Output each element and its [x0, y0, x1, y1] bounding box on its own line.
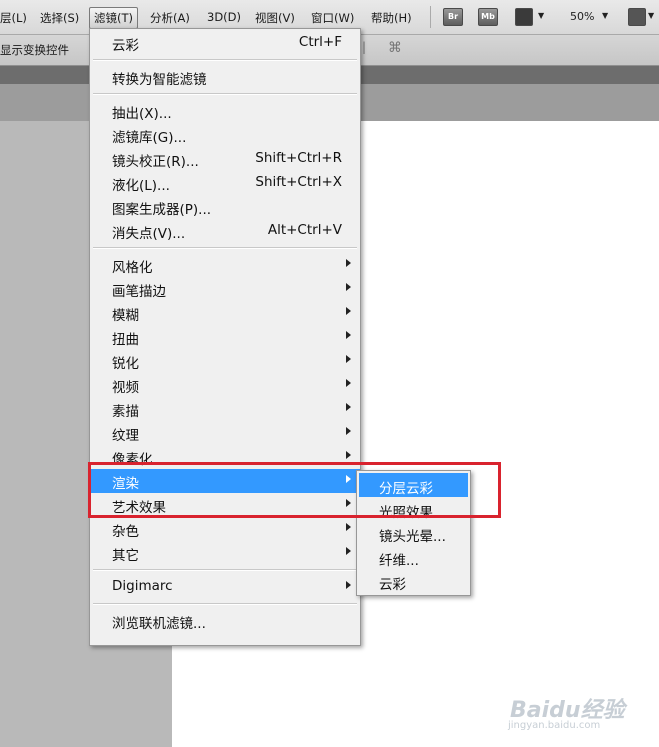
filter-menu-item[interactable]: 纹理 — [90, 421, 360, 445]
menu-item-label: 转换为智能滤镜 — [112, 72, 207, 88]
zoom-level[interactable]: 50% — [570, 10, 594, 23]
submenu-arrow-icon — [346, 523, 351, 531]
filter-menu-item[interactable]: 风格化 — [90, 253, 360, 277]
submenu-item-label: 云彩 — [379, 577, 406, 593]
menu-item-label: 视频 — [112, 380, 139, 396]
menu-item-label: Digimarc — [112, 578, 173, 594]
mini-bridge-button[interactable]: Mb — [478, 8, 498, 26]
watermark-url: jingyan.baidu.com — [508, 720, 601, 731]
menu-item-label: 抽出(X)... — [112, 106, 172, 122]
menu-item-label: 浏览联机滤镜... — [112, 616, 206, 632]
filter-menu-item[interactable]: Digimarc — [90, 575, 360, 599]
filter-menu: 云彩 Ctrl+F 转换为智能滤镜 抽出(X)... 滤镜库(G)... 镜头校正(R).… — [89, 28, 361, 646]
menu-item-shortcut: Ctrl+F — [298, 34, 342, 50]
menu-item-label: 图案生成器(P)... — [112, 202, 212, 218]
submenu-arrow-icon — [346, 451, 351, 459]
menu-help[interactable]: 帮助(H) — [371, 10, 412, 26]
menu-item-label: 扭曲 — [112, 332, 139, 348]
menu-view[interactable]: 视图(V) — [255, 10, 295, 26]
menu-item-label: 画笔描边 — [112, 284, 166, 300]
submenu-item-label: 纤维... — [379, 553, 419, 569]
filter-menu-item[interactable]: 扭曲 — [90, 325, 360, 349]
menu-select[interactable]: 选择(S) — [40, 10, 79, 26]
chevron-down-icon[interactable]: ▼ — [648, 11, 654, 20]
arrange-documents-icon[interactable] — [628, 8, 646, 26]
submenu-arrow-icon — [346, 547, 351, 555]
menu-item-shortcut: Alt+Ctrl+V — [267, 222, 342, 238]
chevron-down-icon[interactable]: ▼ — [602, 11, 608, 20]
menu-separator — [93, 247, 357, 249]
menu-item-label: 风格化 — [112, 260, 153, 276]
baidu-watermark: Baidu经验 jingyan.baidu.com — [502, 690, 652, 740]
menu-separator — [93, 603, 357, 605]
menu-separator — [93, 59, 357, 61]
show-transform-controls-label[interactable]: 显示变换控件 — [0, 42, 69, 58]
render-submenu-item[interactable]: 镜头光晕... — [359, 521, 468, 545]
menu-layer[interactable]: 层(L) — [0, 10, 27, 26]
render-submenu-item[interactable]: 云彩 — [359, 569, 468, 593]
filter-menu-item[interactable]: 滤镜库(G)... — [90, 123, 360, 147]
menu-separator — [93, 569, 357, 571]
filter-menu-item[interactable]: 视频 — [90, 373, 360, 397]
filter-menu-item[interactable]: 其它 — [90, 541, 360, 565]
filter-menu-item[interactable]: 素描 — [90, 397, 360, 421]
render-submenu-item[interactable]: 纤维... — [359, 545, 468, 569]
menu-separator — [93, 93, 357, 95]
menu-filter[interactable]: 滤镜(T) — [89, 7, 138, 29]
menu-item-label: 杂色 — [112, 524, 139, 540]
annotation-highlight-box — [88, 462, 501, 518]
menu-item-shortcut: Shift+Ctrl+X — [255, 174, 342, 190]
filter-menu-item[interactable]: 浏览联机滤镜... — [90, 609, 360, 633]
menu-item-label: 纹理 — [112, 428, 139, 444]
filter-menu-item[interactable]: 模糊 — [90, 301, 360, 325]
menu-item-label: 模糊 — [112, 308, 139, 324]
view-extras-icon[interactable] — [515, 8, 533, 26]
align-icon[interactable]: | — [362, 40, 372, 56]
submenu-arrow-icon — [346, 283, 351, 291]
submenu-arrow-icon — [346, 427, 351, 435]
menu-item-label: 镜头校正(R)... — [112, 154, 199, 170]
filter-menu-item[interactable]: 转换为智能滤镜 — [90, 65, 360, 89]
distribute-icon[interactable]: ⌘ — [388, 40, 402, 56]
filter-menu-item[interactable]: 图案生成器(P)... — [90, 195, 360, 219]
submenu-arrow-icon — [346, 403, 351, 411]
filter-menu-item[interactable]: 杂色 — [90, 517, 360, 541]
filter-menu-item[interactable]: 镜头校正(R)... Shift+Ctrl+R — [90, 147, 360, 171]
submenu-arrow-icon — [346, 355, 351, 363]
filter-menu-item[interactable]: 画笔描边 — [90, 277, 360, 301]
menu-item-label: 素描 — [112, 404, 139, 420]
menu-window[interactable]: 窗口(W) — [311, 10, 354, 26]
bridge-button[interactable]: Br — [443, 8, 463, 26]
menu-item-label: 其它 — [112, 548, 139, 564]
filter-menu-item[interactable]: 液化(L)... Shift+Ctrl+X — [90, 171, 360, 195]
filter-menu-item[interactable]: 云彩 Ctrl+F — [90, 31, 360, 55]
filter-menu-item[interactable]: 消失点(V)... Alt+Ctrl+V — [90, 219, 360, 243]
menu-item-label: 消失点(V)... — [112, 226, 186, 242]
submenu-arrow-icon — [346, 259, 351, 267]
menu-item-shortcut: Shift+Ctrl+R — [255, 150, 342, 166]
filter-menu-item[interactable]: 抽出(X)... — [90, 99, 360, 123]
submenu-item-label: 镜头光晕... — [379, 529, 446, 545]
menu-analysis[interactable]: 分析(A) — [150, 10, 190, 26]
chevron-down-icon[interactable]: ▼ — [538, 11, 544, 20]
menu-3d[interactable]: 3D(D) — [207, 10, 241, 24]
submenu-arrow-icon — [346, 331, 351, 339]
menu-item-label: 液化(L)... — [112, 178, 170, 194]
menu-item-label: 滤镜库(G)... — [112, 130, 187, 146]
submenu-arrow-icon — [346, 379, 351, 387]
submenu-arrow-icon — [346, 581, 351, 589]
menu-item-label: 云彩 — [112, 38, 139, 54]
filter-menu-item[interactable]: 锐化 — [90, 349, 360, 373]
menu-item-label: 锐化 — [112, 356, 139, 372]
menubar-divider — [430, 6, 431, 28]
submenu-arrow-icon — [346, 307, 351, 315]
